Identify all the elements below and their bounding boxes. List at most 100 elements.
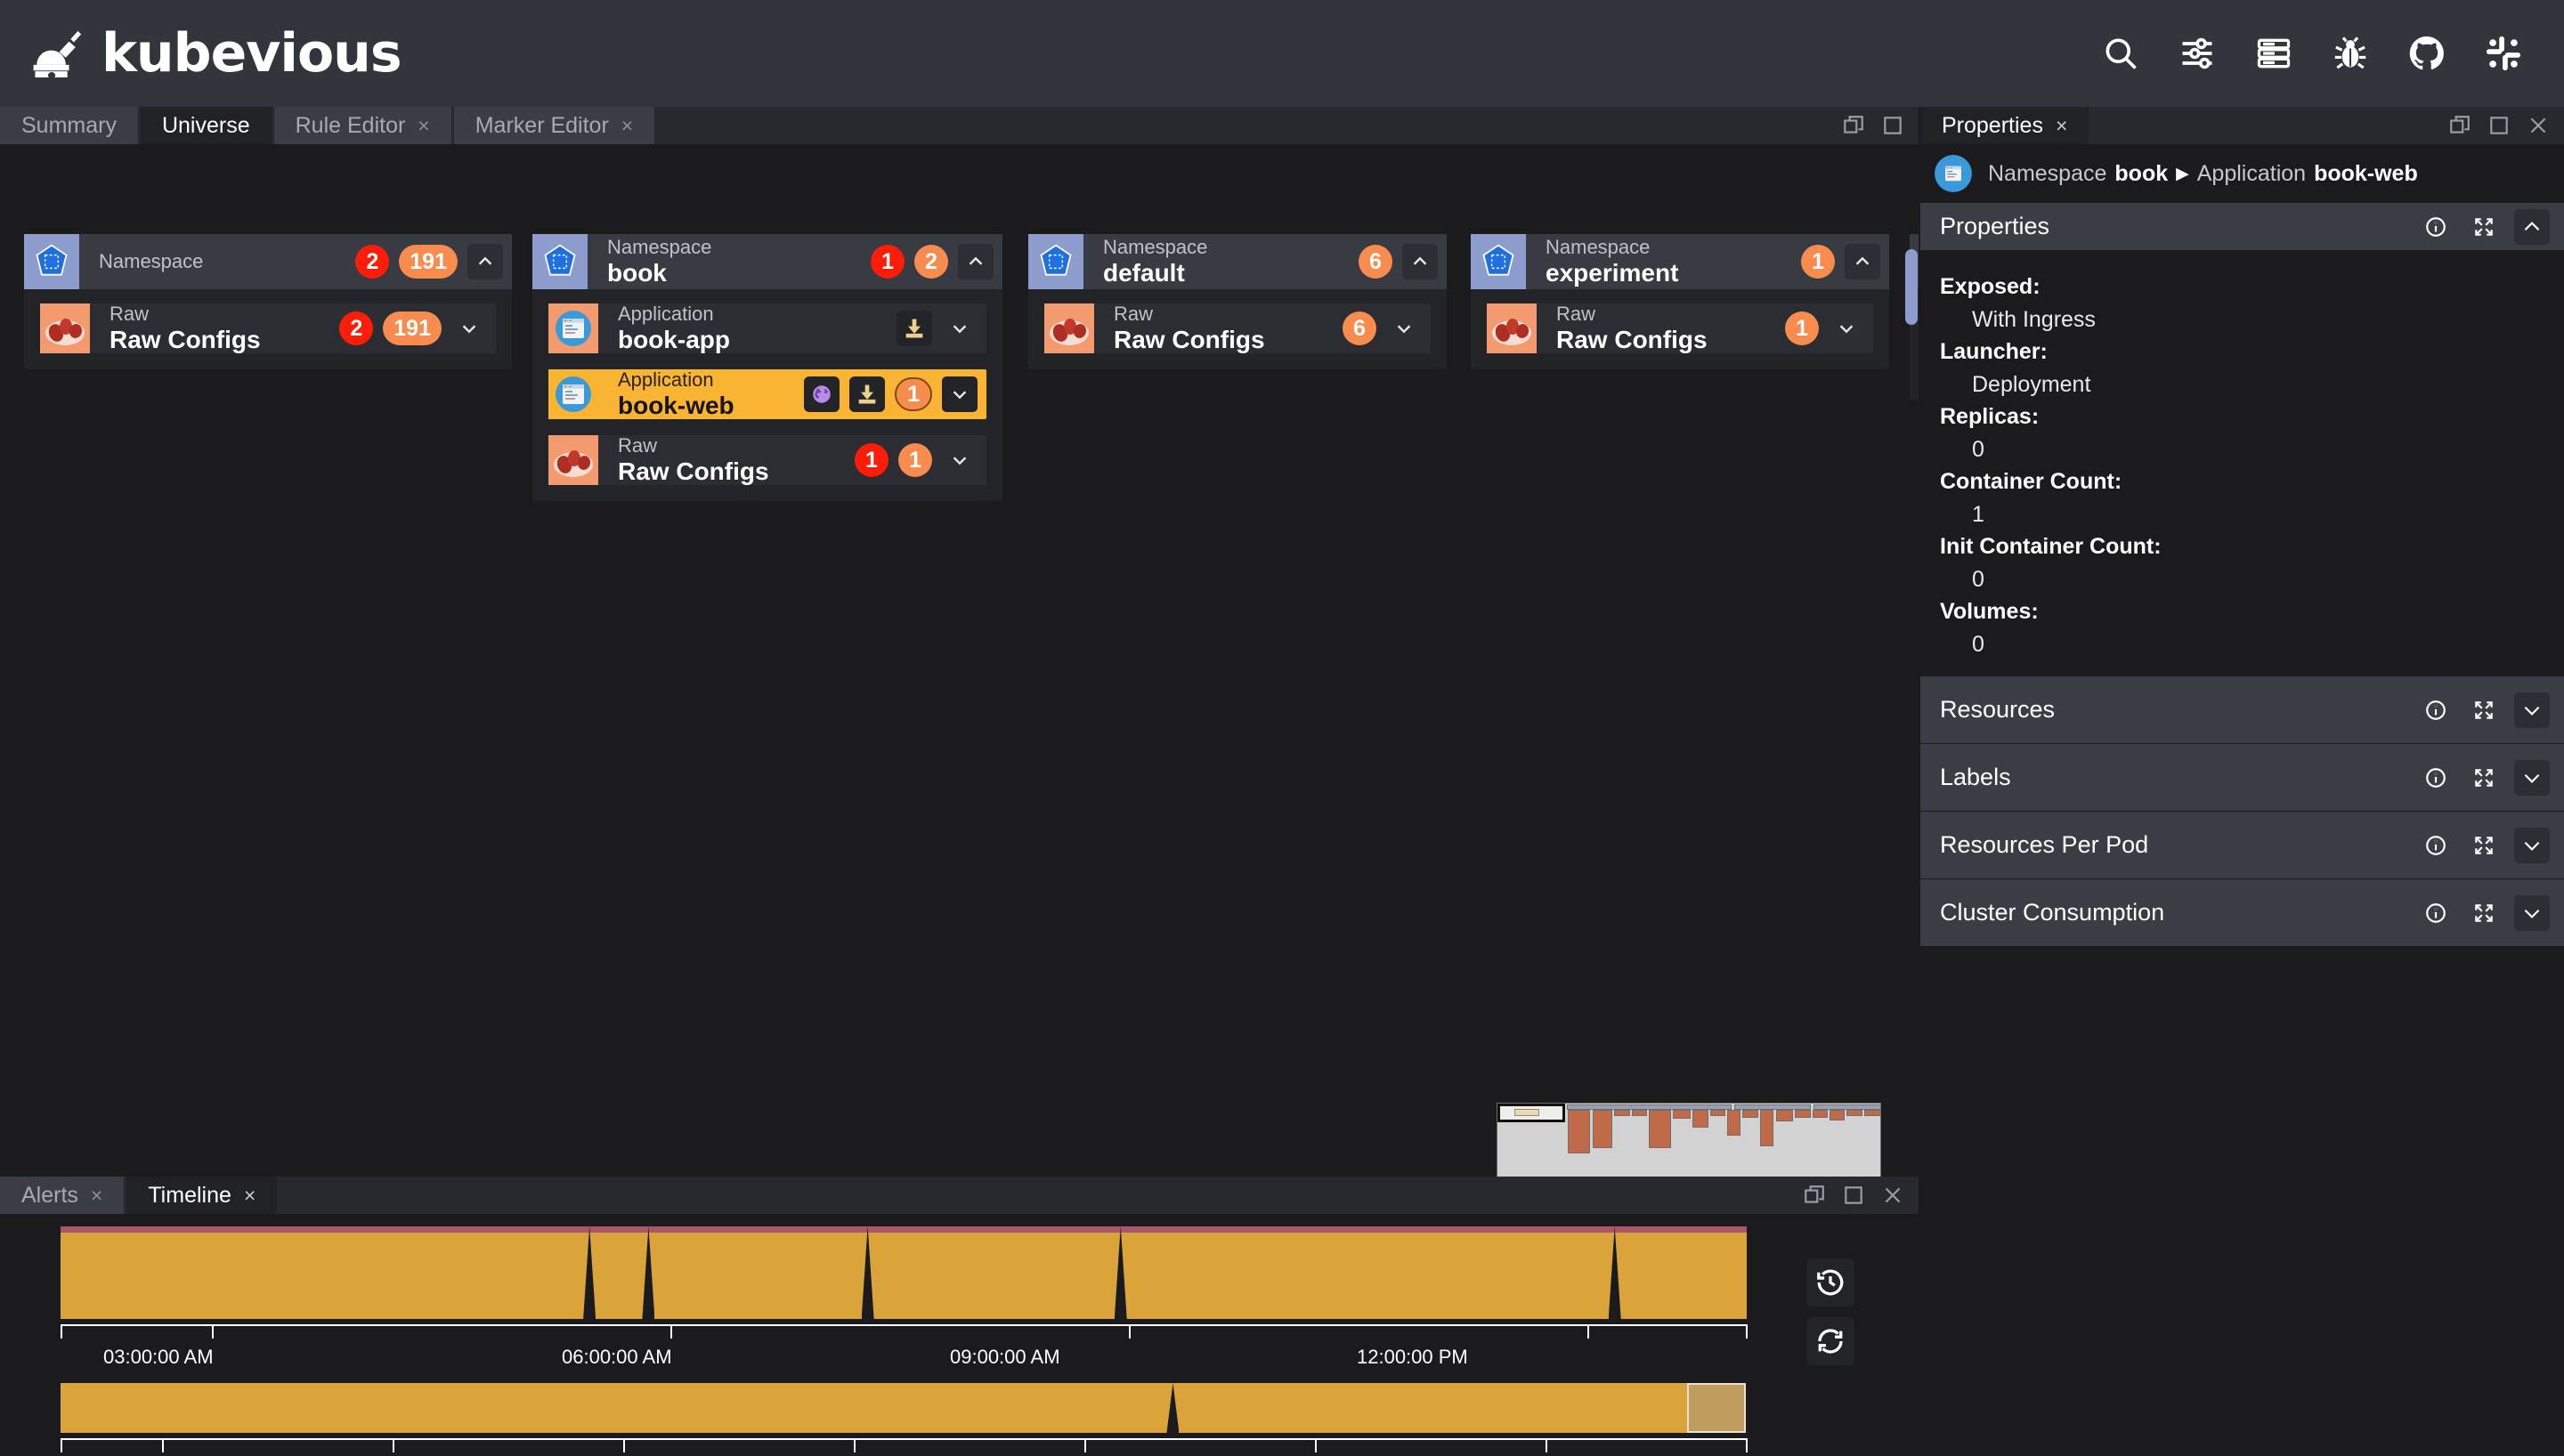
section-header-labels[interactable]: Labels: [1920, 744, 2564, 812]
maximize-icon[interactable]: [2487, 114, 2511, 137]
chevron-down-icon[interactable]: [2514, 827, 2550, 863]
status-badge[interactable]: 1: [855, 443, 888, 477]
status-badge[interactable]: 1: [1785, 311, 1819, 345]
breadcrumb-child-name[interactable]: book-web: [2314, 161, 2418, 187]
expand-icon[interactable]: [2466, 209, 2502, 245]
section-header-properties[interactable]: Properties: [1920, 203, 2564, 251]
chevron-down-icon[interactable]: [942, 376, 978, 412]
tab-summary[interactable]: Summary: [0, 107, 138, 144]
maximize-icon[interactable]: [1842, 1184, 1865, 1207]
section-header-resources-per-pod[interactable]: Resources Per Pod: [1920, 812, 2564, 879]
status-badge[interactable]: 191: [383, 311, 442, 345]
universe-vertical-scrollbar[interactable]: [1905, 249, 1918, 325]
expand-icon[interactable]: [2466, 828, 2502, 863]
section-header-resources[interactable]: Resources: [1920, 676, 2564, 744]
status-badge[interactable]: 191: [399, 245, 458, 279]
app-node-book-web[interactable]: Application book-web 1: [548, 368, 986, 419]
restore-icon[interactable]: [1842, 114, 1865, 137]
slack-icon[interactable]: [2484, 34, 2523, 73]
resource-node-raw-configs[interactable]: Raw Raw Configs 2 191: [40, 303, 496, 353]
filters-icon[interactable]: [2178, 34, 2217, 73]
history-clock-icon[interactable]: [1806, 1258, 1854, 1306]
chevron-down-icon[interactable]: [2514, 692, 2550, 728]
namespace-group[interactable]: Namespace 2 191 Raw Raw Configs 2 191: [24, 234, 512, 369]
chevron-down-icon[interactable]: [451, 311, 487, 346]
close-icon[interactable]: ×: [91, 1184, 102, 1208]
info-icon[interactable]: [2418, 828, 2454, 863]
chevron-up-icon[interactable]: [1845, 244, 1880, 279]
info-icon[interactable]: [2418, 692, 2454, 728]
chevron-up-icon[interactable]: [1402, 244, 1438, 279]
close-icon[interactable]: ×: [418, 114, 429, 138]
status-badge[interactable]: 1: [1801, 245, 1835, 279]
timeline-charts[interactable]: 03:00:00 AM 06:00:00 AM 09:00:00 AM 12:0…: [0, 1214, 1919, 1456]
close-icon[interactable]: [1881, 1184, 1904, 1207]
close-icon[interactable]: [2527, 114, 2550, 137]
chevron-up-icon[interactable]: [2514, 208, 2550, 245]
resource-node-raw-configs[interactable]: Raw Raw Configs 1 1: [548, 434, 986, 485]
tab-label: Marker Editor: [475, 112, 609, 138]
expand-icon[interactable]: [2466, 692, 2502, 728]
tab-timeline[interactable]: Timeline ×: [126, 1177, 278, 1214]
chevron-up-icon[interactable]: [958, 244, 994, 279]
expand-icon[interactable]: [2466, 760, 2502, 796]
status-badge[interactable]: 2: [914, 245, 948, 279]
info-icon[interactable]: [2418, 895, 2454, 931]
info-icon[interactable]: [2418, 760, 2454, 796]
restore-icon[interactable]: [2448, 114, 2471, 137]
status-badge[interactable]: 6: [1343, 311, 1376, 345]
status-badge[interactable]: 2: [339, 311, 374, 345]
breadcrumb-parent-name[interactable]: book: [2114, 161, 2168, 187]
tab-rule-editor[interactable]: Rule Editor ×: [273, 107, 451, 144]
status-badge[interactable]: 6: [1359, 245, 1392, 279]
axis-tick: [212, 1324, 214, 1339]
namespace-group[interactable]: Namespace book 1 2 Application book-app …: [532, 234, 1002, 501]
chevron-down-icon[interactable]: [2514, 894, 2550, 931]
tab-universe[interactable]: Universe: [140, 107, 272, 144]
chevron-down-icon[interactable]: [942, 442, 978, 478]
chevron-up-icon[interactable]: [467, 244, 503, 279]
status-badge[interactable]: 2: [355, 245, 390, 279]
section-header-cluster-consumption[interactable]: Cluster Consumption: [1920, 879, 2564, 947]
namespace-group[interactable]: Namespace default 6 Raw Raw Configs 6: [1028, 234, 1447, 369]
status-badge[interactable]: 1: [898, 443, 932, 477]
timeline-range-chart[interactable]: [61, 1383, 1747, 1438]
search-icon[interactable]: [2101, 34, 2140, 73]
close-icon[interactable]: ×: [2056, 114, 2067, 138]
github-icon[interactable]: [2407, 34, 2446, 73]
namespace-group[interactable]: Namespace experiment 1 Raw Raw Configs 1: [1471, 234, 1889, 369]
globe-icon[interactable]: [804, 376, 840, 412]
status-badge[interactable]: 1: [871, 245, 905, 279]
namespace-node[interactable]: Namespace 2 191: [24, 234, 512, 289]
refresh-icon[interactable]: [1806, 1317, 1854, 1365]
maximize-icon[interactable]: [1881, 114, 1904, 137]
download-icon[interactable]: [849, 376, 886, 412]
download-icon[interactable]: [897, 311, 932, 346]
status-badge[interactable]: 1: [895, 377, 932, 411]
namespace-node[interactable]: Namespace experiment 1: [1471, 234, 1889, 289]
bug-icon[interactable]: [2331, 34, 2370, 73]
info-icon[interactable]: [2418, 209, 2454, 245]
chevron-down-icon[interactable]: [1829, 311, 1864, 346]
timeline-detail-chart[interactable]: [61, 1226, 1747, 1324]
restore-icon[interactable]: [1803, 1184, 1826, 1207]
app-node-book-app[interactable]: Application book-app: [548, 303, 986, 353]
tab-marker-editor[interactable]: Marker Editor ×: [453, 107, 655, 144]
server-rack-icon[interactable]: [2254, 34, 2293, 73]
tab-properties[interactable]: Properties ×: [1920, 107, 2089, 144]
close-icon[interactable]: ×: [244, 1184, 256, 1208]
universe-minimap[interactable]: [1497, 1103, 1881, 1177]
chevron-down-icon[interactable]: [1386, 311, 1422, 346]
timeline-range-selection[interactable]: [1687, 1383, 1746, 1433]
close-icon[interactable]: ×: [621, 114, 633, 138]
app-logo[interactable]: kubevious: [0, 22, 402, 85]
chevron-down-icon[interactable]: [942, 311, 978, 346]
resource-node-raw-configs[interactable]: Raw Raw Configs 6: [1044, 303, 1431, 353]
namespace-node[interactable]: Namespace book 1 2: [532, 234, 1002, 289]
resource-node-raw-configs[interactable]: Raw Raw Configs 1: [1487, 303, 1873, 353]
universe-canvas[interactable]: Namespace 2 191 Raw Raw Configs 2 191 Na…: [0, 144, 1919, 1177]
namespace-node[interactable]: Namespace default 6: [1028, 234, 1447, 289]
chevron-down-icon[interactable]: [2514, 759, 2550, 796]
tab-alerts[interactable]: Alerts ×: [0, 1177, 125, 1214]
expand-icon[interactable]: [2466, 895, 2502, 931]
